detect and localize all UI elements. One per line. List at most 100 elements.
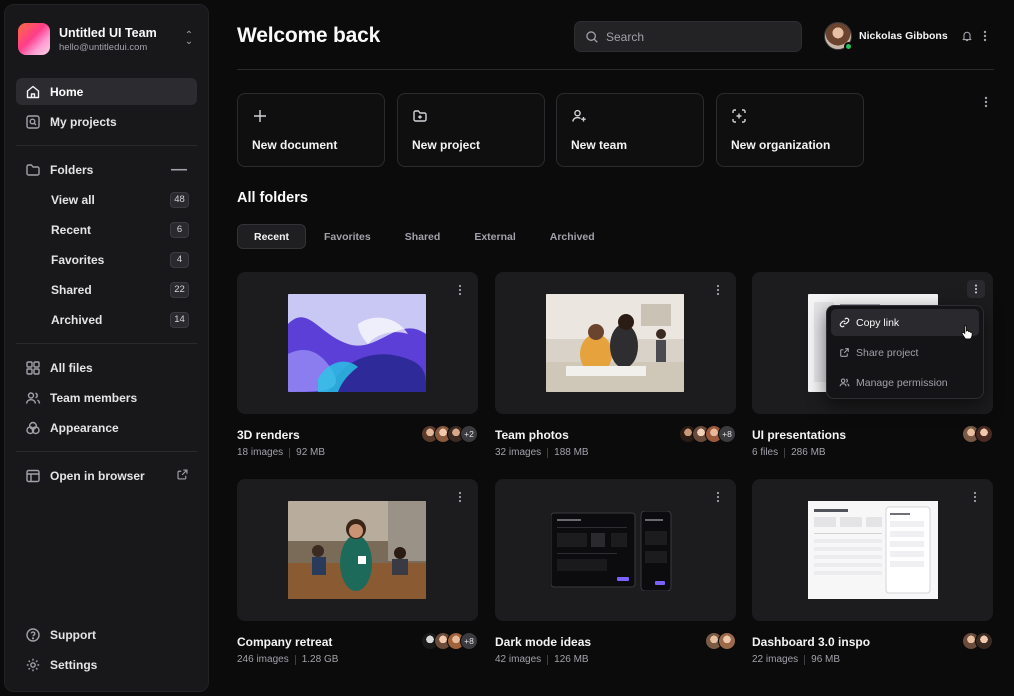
manage-permission-menu-item[interactable]: Manage permission: [831, 369, 979, 396]
new-document-button[interactable]: New document: [237, 93, 385, 167]
folder-card[interactable]: Dark mode ideas 42 images 126 MB: [495, 479, 736, 665]
folder-card[interactable]: Dashboard 3.0 inspo 22 images 96 MB: [752, 479, 993, 665]
avatar: [975, 632, 993, 650]
avatar-group[interactable]: [962, 632, 993, 650]
sidebar-item-label: Recent: [51, 222, 92, 237]
bell-icon[interactable]: [961, 30, 973, 42]
folder-thumbnail[interactable]: [237, 272, 478, 414]
sidebar-item-appearance[interactable]: Appearance: [16, 414, 197, 441]
more-vertical-icon[interactable]: [714, 490, 722, 504]
sidebar-item-favorites[interactable]: Favorites 4: [16, 246, 197, 273]
new-organization-button[interactable]: New organization: [716, 93, 864, 167]
avatar-group[interactable]: +2: [421, 425, 478, 443]
team-name: Untitled UI Team: [59, 25, 157, 40]
sidebar-item-shared[interactable]: Shared 22: [16, 276, 197, 303]
team-email: hello@untitledui.com: [59, 41, 148, 53]
sidebar-item-label: Settings: [50, 657, 98, 672]
sidebar-item-recent[interactable]: Recent 6: [16, 216, 197, 243]
file-count: 32 images: [495, 447, 542, 458]
folder-size: 96 MB: [811, 654, 841, 665]
avatar: [975, 425, 993, 443]
divider: [16, 451, 197, 452]
quick-action-label: New project: [412, 138, 481, 152]
tab-favorites[interactable]: Favorites: [308, 224, 387, 249]
sidebar-item-label: All files: [50, 360, 93, 375]
folder-thumbnail[interactable]: [495, 272, 736, 414]
thumbnail-image: [288, 294, 426, 392]
folder-thumbnail[interactable]: [237, 479, 478, 621]
quick-action-label: New team: [571, 138, 628, 152]
search-folder-icon: [25, 114, 41, 130]
avatar-group[interactable]: +8: [679, 425, 736, 443]
sidebar-item-settings[interactable]: Settings: [16, 651, 197, 678]
more-vertical-button[interactable]: [967, 280, 985, 298]
avatar-group[interactable]: [962, 425, 993, 443]
folder-title: UI presentations: [752, 428, 847, 442]
sidebar-item-label: Home: [50, 84, 84, 99]
sidebar-item-label: Folders: [50, 162, 94, 177]
collapse-minus-icon[interactable]: —: [171, 161, 187, 177]
sidebar-item-support[interactable]: Support: [16, 621, 197, 648]
thumbnail-image: [808, 501, 938, 599]
sidebar-item-label: Support: [50, 627, 96, 642]
menu-item-label: Copy link: [856, 316, 900, 329]
sidebar-item-team-members[interactable]: Team members: [16, 384, 197, 411]
sidebar-item-label: View all: [51, 192, 95, 207]
folder-meta: 42 images 126 MB: [495, 654, 736, 665]
primary-nav: Home My projects Folders — View all 48 R…: [16, 78, 197, 492]
folder-plus-icon: [413, 110, 427, 122]
tab-external[interactable]: External: [458, 224, 531, 249]
copy-link-menu-item[interactable]: Copy link: [831, 309, 979, 336]
folder-thumbnail[interactable]: [495, 479, 736, 621]
share-project-menu-item[interactable]: Share project: [831, 339, 979, 366]
team-switcher[interactable]: Untitled UI Team hello@untitledui.com ⌃ ⌄: [18, 22, 196, 56]
search-input[interactable]: [606, 29, 796, 44]
search-bar[interactable]: [574, 21, 802, 52]
external-link-icon: [176, 468, 189, 484]
more-members-badge: +2: [460, 425, 478, 443]
sidebar-item-home[interactable]: Home: [16, 78, 197, 105]
more-vertical-icon[interactable]: [714, 283, 722, 297]
tab-shared[interactable]: Shared: [389, 224, 457, 249]
thumbnail-image: [288, 501, 426, 599]
avatar-group[interactable]: +8: [421, 632, 478, 650]
avatar-group[interactable]: [705, 632, 736, 650]
sidebar-item-archived[interactable]: Archived 14: [16, 306, 197, 333]
new-project-button[interactable]: New project: [397, 93, 545, 167]
sidebar-item-folders[interactable]: Folders —: [16, 156, 197, 183]
sidebar-item-view-all[interactable]: View all 48: [16, 186, 197, 213]
more-vertical-icon[interactable]: [456, 283, 464, 297]
more-vertical-icon[interactable]: [982, 95, 990, 109]
file-count: 246 images: [237, 654, 289, 665]
new-team-button[interactable]: New team: [556, 93, 704, 167]
more-vertical-icon[interactable]: [981, 29, 989, 43]
sidebar-item-open-in-browser[interactable]: Open in browser: [16, 462, 197, 489]
folder-thumbnail[interactable]: [752, 479, 993, 621]
tab-archived[interactable]: Archived: [534, 224, 611, 249]
context-menu: Copy link Share project Manage permissio…: [826, 305, 984, 399]
menu-item-label: Share project: [856, 346, 919, 359]
folder-tabs: Recent Favorites Shared External Archive…: [237, 224, 613, 249]
user-menu[interactable]: Nickolas Gibbons: [824, 22, 948, 51]
folder-meta: 32 images 188 MB: [495, 447, 736, 458]
users-icon: [839, 378, 850, 387]
count-badge: 6: [170, 221, 189, 238]
folder-card[interactable]: Team photos 32 images 188 MB +8: [495, 272, 736, 458]
browser-window-icon: [25, 468, 41, 484]
sidebar-item-label: Open in browser: [50, 468, 145, 483]
folder-title: Dashboard 3.0 inspo: [752, 635, 871, 649]
search-icon: [586, 30, 598, 43]
folder-card[interactable]: 3D renders 18 images 92 MB +2: [237, 272, 478, 458]
sidebar-item-all-files[interactable]: All files: [16, 354, 197, 381]
more-members-badge: +8: [718, 425, 736, 443]
sidebar-item-my-projects[interactable]: My projects: [16, 108, 197, 135]
tab-recent[interactable]: Recent: [237, 224, 307, 249]
sidebar-item-label: Team members: [50, 390, 138, 405]
team-logo: [18, 23, 50, 55]
sidebar-item-label: Shared: [51, 282, 92, 297]
more-vertical-icon[interactable]: [971, 490, 979, 504]
more-vertical-icon[interactable]: [456, 490, 464, 504]
thumbnail-image: [546, 294, 684, 392]
folder-card[interactable]: Company retreat 246 images 1.28 GB +8: [237, 479, 478, 665]
footer-nav: Support Settings: [16, 621, 197, 681]
